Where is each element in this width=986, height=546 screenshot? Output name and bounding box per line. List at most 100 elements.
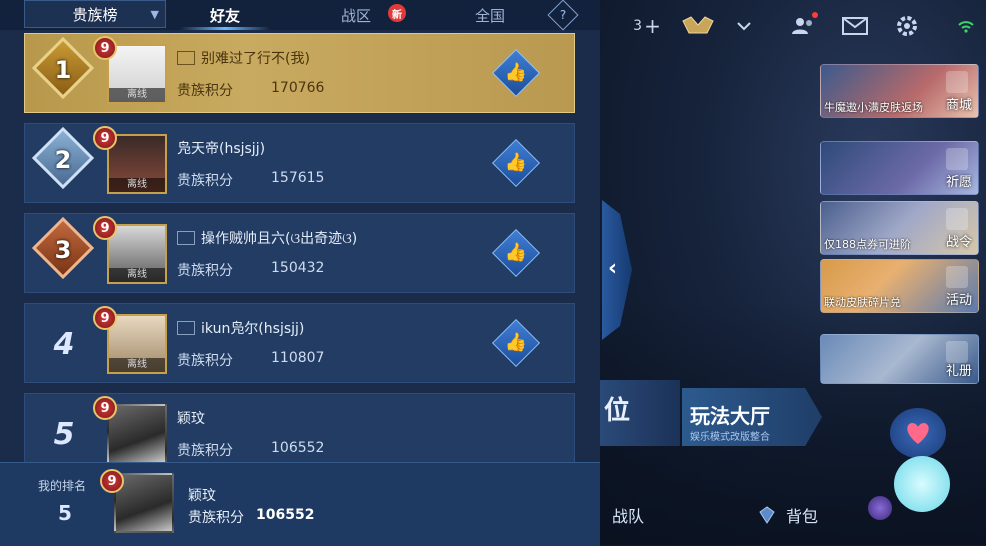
table-row[interactable]: 2 离线 9 凫天帝(hsjsjj) 贵族积分 157615 👍 bbox=[24, 123, 575, 203]
banner-wish[interactable]: 祈愿 bbox=[820, 141, 979, 195]
my-rank-number: 5 bbox=[58, 501, 72, 525]
rank-emblem-icon[interactable] bbox=[678, 8, 718, 44]
like-button[interactable]: 👍 bbox=[491, 138, 541, 188]
score-label: 贵族积分 bbox=[177, 173, 233, 189]
mascot-body bbox=[894, 456, 950, 512]
banner-caption: 牛魔遨小满皮肤返场 bbox=[824, 101, 923, 114]
friends-icon[interactable] bbox=[788, 8, 818, 44]
noble-level-badge: 9 bbox=[93, 216, 117, 240]
avatar[interactable] bbox=[107, 404, 167, 464]
noble-level-badge: 9 bbox=[93, 126, 117, 150]
bag-icon bbox=[759, 506, 775, 524]
score-value: 170766 bbox=[271, 80, 325, 96]
banner-label: 战令 bbox=[945, 235, 972, 250]
bag-button[interactable]: 背包 bbox=[756, 500, 818, 530]
plus-icon: + bbox=[644, 14, 661, 38]
thumbs-up-icon: 👍 bbox=[504, 62, 528, 83]
tab-bar: 贵族榜 ▼ 好友 战区 新 全国 ? bbox=[0, 0, 600, 31]
score-value: 157615 bbox=[271, 170, 325, 186]
avatar[interactable]: 离线 bbox=[107, 314, 167, 374]
shop-icon bbox=[946, 71, 968, 93]
table-row[interactable]: 4 离线 9 ikun凫尔(hsjsjj) 贵族积分 110807 👍 bbox=[24, 303, 575, 383]
ranked-mode-button[interactable]: 位 bbox=[600, 380, 680, 446]
banner-shop[interactable]: 牛魔遨小满皮肤返场 商城 bbox=[820, 64, 979, 118]
status-label: 离线 bbox=[109, 358, 165, 372]
tab-label: 全国 bbox=[474, 6, 505, 25]
avatar[interactable]: 离线 bbox=[107, 224, 167, 284]
active-tab-indicator bbox=[180, 27, 270, 30]
my-name: 颖玟 bbox=[188, 488, 216, 504]
noble-level-badge: 9 bbox=[93, 306, 117, 330]
player-name: 别难过了行不(我) bbox=[177, 48, 310, 68]
ranked-mode-label: 位 bbox=[604, 396, 631, 426]
noble-level-badge: 9 bbox=[93, 36, 117, 60]
player-name: 操作贼帅且六(ଓ出奇迹ଓ) bbox=[177, 228, 357, 248]
leaderboard-type-dropdown[interactable]: 贵族榜 ▼ bbox=[24, 0, 166, 28]
rank-number: 2 bbox=[54, 146, 72, 174]
banner-label: 商城 bbox=[945, 98, 972, 113]
table-row[interactable]: 3 离线 9 操作贼帅且六(ଓ出奇迹ଓ) 贵族积分 150432 👍 bbox=[24, 213, 575, 293]
noble-frame-icon bbox=[177, 51, 195, 65]
game-hall-button[interactable]: 玩法大厅 娱乐模式改版整合 bbox=[682, 388, 822, 446]
banner-battlepass[interactable]: 仅188点券可进阶 战令 bbox=[820, 201, 979, 255]
rank-number: 3 bbox=[54, 236, 72, 264]
player-name-text: 操作贼帅且六(ଓ出奇迹ଓ) bbox=[201, 231, 358, 247]
team-button[interactable]: 战队 bbox=[612, 500, 644, 530]
player-name: 凫天帝(hsjsjj) bbox=[177, 138, 265, 158]
add-count: 3 bbox=[633, 18, 643, 34]
like-button[interactable]: 👍 bbox=[491, 318, 541, 368]
thumbs-up-icon: 👍 bbox=[504, 332, 528, 353]
score-value: 106552 bbox=[271, 440, 325, 456]
status-label: 离线 bbox=[109, 178, 165, 192]
add-friend-count[interactable]: 3 + bbox=[630, 8, 664, 44]
status-label: 离线 bbox=[109, 268, 165, 282]
player-name: ikun凫尔(hsjsjj) bbox=[177, 318, 304, 338]
player-name-text: 别难过了行不(我) bbox=[201, 51, 310, 67]
table-row[interactable]: 5 9 颖玟 贵族积分 106552 bbox=[24, 393, 575, 464]
score-label: 贵族积分 bbox=[177, 443, 233, 459]
gear-icon[interactable] bbox=[892, 8, 922, 44]
tab-label: 战区 bbox=[340, 6, 371, 25]
mascot[interactable] bbox=[876, 400, 964, 540]
mail-icon[interactable] bbox=[840, 8, 870, 44]
noble-level-badge: 9 bbox=[93, 396, 117, 420]
wish-icon bbox=[946, 148, 968, 170]
dropdown-label: 贵族榜 bbox=[72, 5, 118, 24]
tab-region[interactable]: 战区 bbox=[316, 0, 396, 30]
score-label: 贵族积分 bbox=[177, 353, 233, 369]
tab-national[interactable]: 全国 bbox=[450, 0, 530, 30]
like-button[interactable]: 👍 bbox=[491, 228, 541, 278]
score-label: 贵族积分 bbox=[177, 83, 233, 99]
noble-frame-icon bbox=[177, 321, 195, 335]
status-label: 离线 bbox=[109, 88, 165, 102]
table-row[interactable]: 1 离线 9 别难过了行不(我) 贵族积分 170766 👍 bbox=[24, 33, 575, 113]
player-name-text: ikun凫尔(hsjsjj) bbox=[201, 321, 305, 337]
game-hall-subtitle: 娱乐模式改版整合 bbox=[690, 432, 770, 443]
leaderboard-panel: 贵族榜 ▼ 好友 战区 新 全国 ? 1 离线 9 别难过了行不(我) 贵族积分… bbox=[0, 0, 600, 546]
help-button[interactable]: ? bbox=[547, 0, 579, 31]
banner-label: 祈愿 bbox=[945, 175, 972, 190]
rank-number: 4 bbox=[53, 326, 75, 362]
banner-caption: 联动皮肤碎片兑 bbox=[824, 296, 901, 309]
like-button[interactable]: 👍 bbox=[491, 48, 541, 98]
avatar[interactable]: 离线 bbox=[107, 134, 167, 194]
player-name-text: 凫天帝(hsjsjj) bbox=[177, 141, 266, 157]
team-label: 战队 bbox=[612, 507, 645, 526]
banner-label: 礼册 bbox=[945, 364, 972, 379]
avatar[interactable]: 离线 bbox=[107, 44, 167, 104]
chevron-down-icon[interactable] bbox=[732, 8, 756, 44]
event-icon bbox=[946, 266, 968, 288]
rank-number: 5 bbox=[53, 416, 75, 452]
banner-event[interactable]: 联动皮肤碎片兑 活动 bbox=[820, 259, 979, 313]
tab-friends[interactable]: 好友 bbox=[180, 0, 270, 30]
thumbs-up-icon: 👍 bbox=[504, 242, 528, 263]
banner-gift-book[interactable]: 礼册 bbox=[820, 334, 979, 384]
score-value: 110807 bbox=[271, 350, 325, 366]
banner-label: 活动 bbox=[945, 293, 972, 308]
noble-level-badge: 9 bbox=[100, 469, 124, 493]
chevron-down-icon: ▼ bbox=[150, 8, 159, 21]
chevron-left-icon: ‹ bbox=[608, 256, 618, 281]
game-hall-title: 玩法大厅 bbox=[690, 404, 770, 428]
player-name-text: 颖玟 bbox=[177, 411, 205, 427]
my-rank-bar: 我的排名 5 9 颖玟 贵族积分 106552 bbox=[0, 462, 600, 546]
